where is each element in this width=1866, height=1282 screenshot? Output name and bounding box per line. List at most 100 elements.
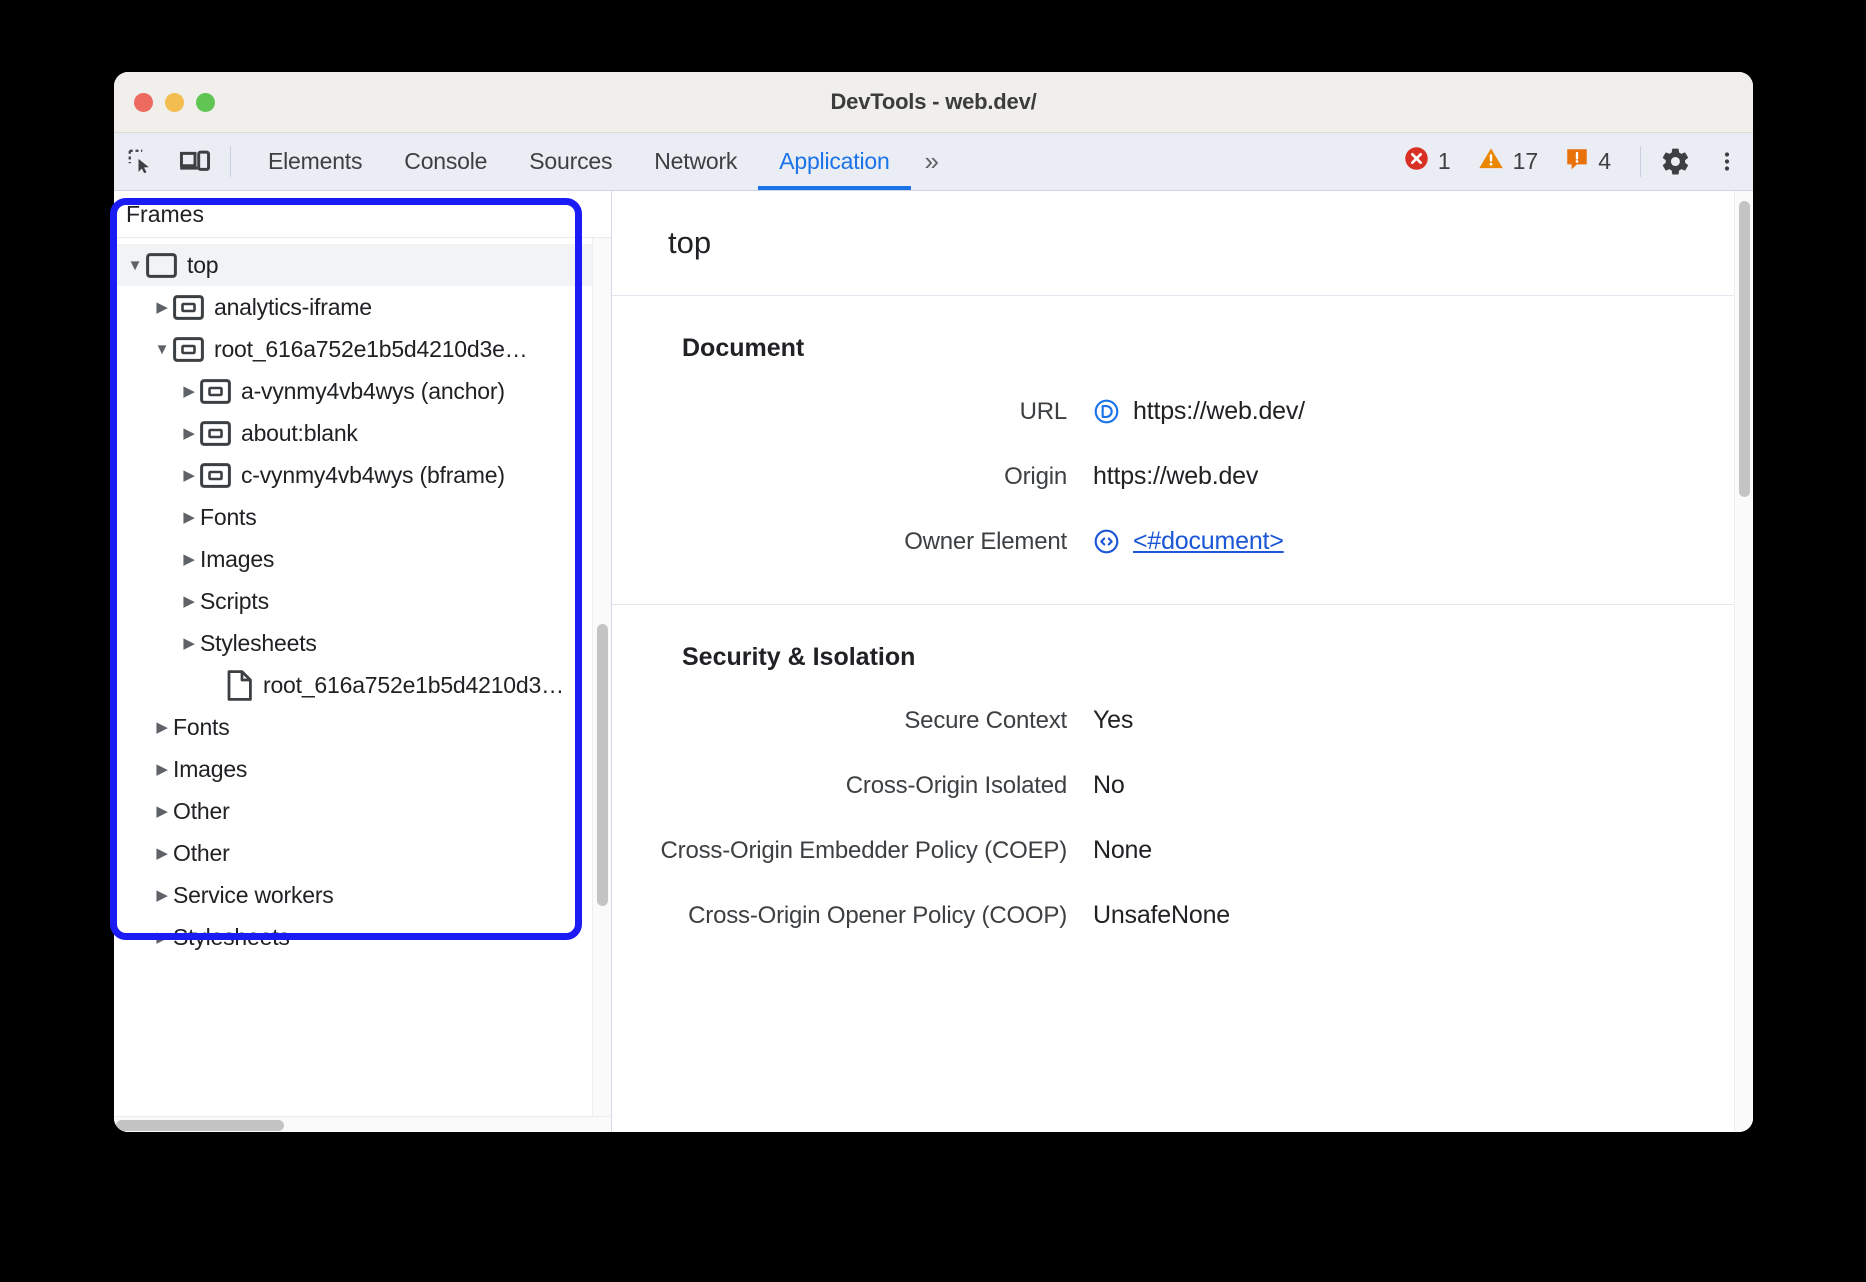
detail-section: Security & IsolationSecure ContextYesCro… <box>612 605 1735 978</box>
tree-row-label: Stylesheets <box>173 924 290 951</box>
sidebar-horizontal-scroll-thumb[interactable] <box>116 1120 284 1131</box>
sidebar-vertical-scrollbar[interactable] <box>592 238 611 1116</box>
tree-row[interactable]: ▶Scripts <box>114 580 611 622</box>
tree-row-label: c-vynmy4vb4wys (bframe) <box>241 462 505 489</box>
detail-row-value: https://web.dev <box>1093 462 1258 491</box>
error-counter[interactable]: 1 <box>1390 145 1464 178</box>
tab-console[interactable]: Console <box>383 133 508 190</box>
tree-row[interactable]: ▶Stylesheets <box>114 916 611 958</box>
tree-row-label: Fonts <box>173 714 230 741</box>
tree-row[interactable]: ▶ root_616a752e1b5d4210d3… <box>114 664 611 706</box>
toolbar-divider <box>230 146 231 177</box>
chevron-right-icon[interactable]: ▶ <box>178 592 200 610</box>
chevron-right-icon[interactable]: ▶ <box>151 802 173 820</box>
code-brackets-icon <box>1093 528 1120 555</box>
chevron-right-icon[interactable]: ▶ <box>151 718 173 736</box>
tab-application[interactable]: Application <box>758 133 910 190</box>
minimize-window-button[interactable] <box>165 93 184 112</box>
detail-value-text: https://web.dev/ <box>1133 397 1305 426</box>
tree-row[interactable]: ▼top <box>114 244 611 286</box>
tab-network[interactable]: Network <box>633 133 758 190</box>
tree-row-label: Other <box>173 840 230 867</box>
warning-counter[interactable]: 17 <box>1464 145 1552 178</box>
frame-details-inner: top DocumentURLhttps://web.dev/Originhtt… <box>612 191 1735 1132</box>
frame-details-title: top <box>612 191 1735 296</box>
devtools-toolbar: Elements Console Sources Network Applica… <box>114 133 1753 191</box>
panel-tabs: Elements Console Sources Network Applica… <box>247 133 911 190</box>
frames-tree: ▼top▶analytics-iframe▼root_616a752e1b5d4… <box>114 238 611 1116</box>
tree-row-label: about:blank <box>241 420 358 447</box>
tree-row[interactable]: ▶Fonts <box>114 496 611 538</box>
tree-row[interactable]: ▶Service workers <box>114 874 611 916</box>
chevron-right-icon[interactable]: ▶ <box>178 508 200 526</box>
frame-icon <box>173 337 204 362</box>
sidebar-horizontal-scrollbar[interactable] <box>114 1116 611 1132</box>
tree-row[interactable]: ▶Other <box>114 832 611 874</box>
tree-row[interactable]: ▶Fonts <box>114 706 611 748</box>
tree-spacer: ▶ <box>205 676 227 694</box>
chevron-right-icon[interactable]: ▶ <box>151 844 173 862</box>
chevron-right-icon[interactable]: ▶ <box>178 634 200 652</box>
frame-icon <box>200 379 231 404</box>
detail-row-key: Cross-Origin Embedder Policy (COEP) <box>612 837 1093 865</box>
tree-row[interactable]: ▶Images <box>114 538 611 580</box>
detail-row: Cross-Origin Opener Policy (COOP)UnsafeN… <box>612 901 1735 930</box>
detail-row-value: <#document> <box>1093 527 1284 556</box>
issue-counter[interactable]: 4 <box>1551 146 1624 178</box>
gear-icon[interactable] <box>1649 146 1701 177</box>
frame-icon <box>200 421 231 446</box>
window-title: DevTools - web.dev/ <box>114 89 1753 115</box>
detail-row-value: Yes <box>1093 706 1133 735</box>
document-icon <box>227 670 253 701</box>
chevron-right-icon[interactable]: ▶ <box>151 928 173 946</box>
detail-row: URLhttps://web.dev/ <box>612 397 1735 426</box>
chevron-down-icon[interactable]: ▼ <box>151 341 173 358</box>
tree-row[interactable]: ▶Other <box>114 790 611 832</box>
tree-row[interactable]: ▶ about:blank <box>114 412 611 454</box>
chevron-right-icon[interactable]: ▶ <box>151 760 173 778</box>
chevron-right-icon[interactable]: ▶ <box>178 382 200 400</box>
error-icon <box>1403 145 1430 178</box>
tree-row[interactable]: ▶a-vynmy4vb4wys (anchor) <box>114 370 611 412</box>
content-vertical-scroll-thumb[interactable] <box>1739 201 1750 497</box>
tree-row[interactable]: ▼root_616a752e1b5d4210d3e… <box>114 328 611 370</box>
detail-row-key: Cross-Origin Opener Policy (COOP) <box>612 902 1093 930</box>
detail-value-text: Yes <box>1093 706 1133 735</box>
tree-row[interactable]: ▶Stylesheets <box>114 622 611 664</box>
detail-row-key: Origin <box>612 463 1093 491</box>
tree-row-label: root_616a752e1b5d4210d3… <box>263 672 564 699</box>
content-vertical-scrollbar[interactable] <box>1734 191 1753 1132</box>
chevron-right-icon[interactable]: ▶ <box>178 424 200 442</box>
owner-element-link[interactable]: <#document> <box>1133 527 1284 556</box>
detail-row: Owner Element<#document> <box>612 527 1735 556</box>
section-title: Document <box>612 334 1735 363</box>
tree-row-label: Fonts <box>200 504 257 531</box>
sidebar-vertical-scroll-thumb[interactable] <box>597 624 608 906</box>
chevron-right-icon[interactable]: ▶ <box>151 886 173 904</box>
close-window-button[interactable] <box>134 93 153 112</box>
chevron-right-icon[interactable]: ▶ <box>178 550 200 568</box>
toolbar-right-icons <box>1649 133 1753 190</box>
inspect-element-icon[interactable] <box>114 133 168 190</box>
tab-sources[interactable]: Sources <box>508 133 633 190</box>
detail-row-value: No <box>1093 771 1125 800</box>
more-vertical-icon[interactable] <box>1701 146 1753 177</box>
detail-row-value: None <box>1093 836 1152 865</box>
window-titlebar: DevTools - web.dev/ <box>114 72 1753 133</box>
tree-row[interactable]: ▶Images <box>114 748 611 790</box>
frame-icon <box>200 463 231 488</box>
tree-row-label: Images <box>173 756 247 783</box>
tree-row[interactable]: ▶ c-vynmy4vb4wys (bframe) <box>114 454 611 496</box>
tree-row[interactable]: ▶analytics-iframe <box>114 286 611 328</box>
detail-value-text: https://web.dev <box>1093 462 1258 491</box>
chevron-down-icon[interactable]: ▼ <box>124 257 146 274</box>
chevron-right-icon[interactable]: ▶ <box>151 298 173 316</box>
tree-row-label: Stylesheets <box>200 630 317 657</box>
tab-elements[interactable]: Elements <box>247 133 383 190</box>
more-tabs-chevron-icon[interactable]: » <box>911 133 949 190</box>
zoom-window-button[interactable] <box>196 93 215 112</box>
device-toolbar-icon[interactable] <box>168 133 222 190</box>
frame-icon <box>173 295 204 320</box>
toolbar-spacer <box>949 133 1390 190</box>
chevron-right-icon[interactable]: ▶ <box>178 466 200 484</box>
